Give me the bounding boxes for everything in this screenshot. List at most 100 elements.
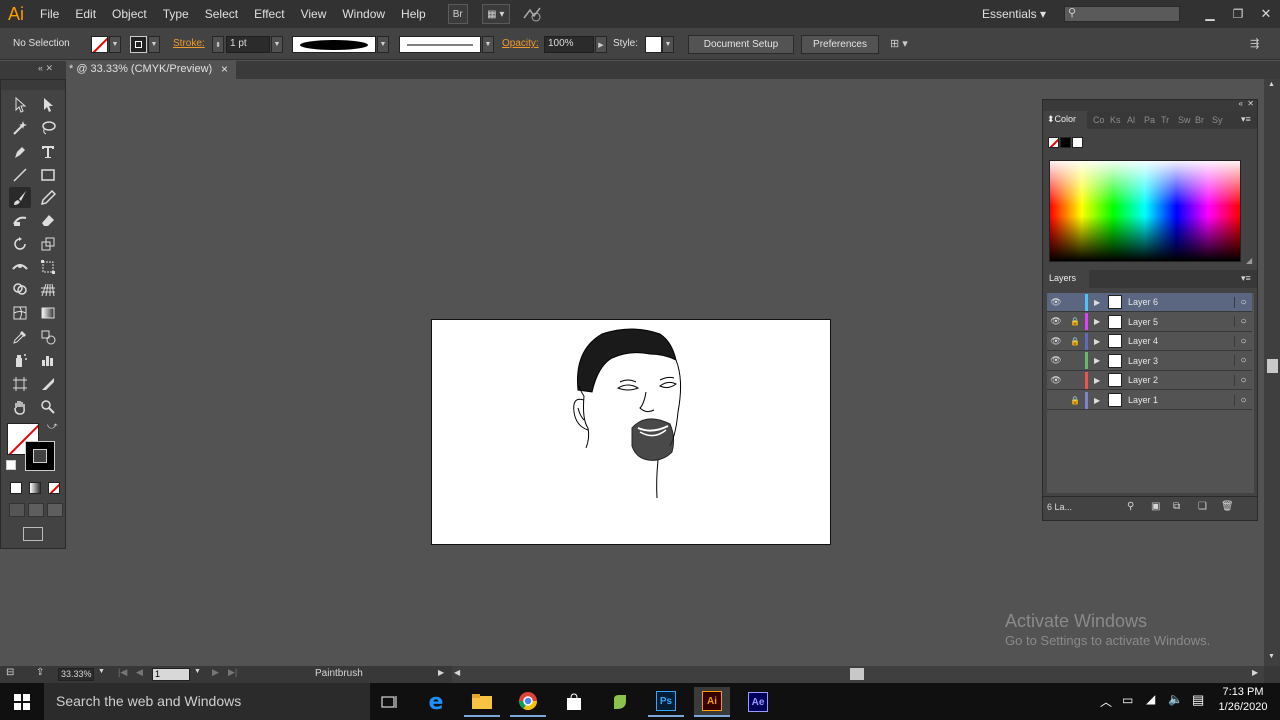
notifications-icon[interactable]: ▤ bbox=[1192, 692, 1204, 708]
close-panels-icon[interactable]: ✕ bbox=[1247, 99, 1254, 108]
store-button[interactable] bbox=[556, 687, 592, 717]
opacity-label[interactable]: Opacity: bbox=[502, 38, 539, 49]
photoshop-button[interactable]: Ps bbox=[648, 687, 684, 717]
selection-tool[interactable] bbox=[9, 94, 31, 115]
after-effects-button[interactable]: Ae bbox=[740, 687, 776, 717]
line-tool[interactable] bbox=[9, 164, 31, 185]
brush-definition-field[interactable] bbox=[292, 36, 376, 53]
layers-panel-menu-icon[interactable]: ▾≡ bbox=[1241, 273, 1251, 284]
opacity-field[interactable]: 100% bbox=[544, 36, 594, 53]
scale-tool[interactable] bbox=[37, 233, 59, 254]
color-none-swatch[interactable] bbox=[1048, 137, 1059, 148]
menu-help[interactable]: Help bbox=[393, 0, 434, 28]
scroll-left-arrow[interactable]: ◀ bbox=[454, 668, 460, 677]
color-mode-button[interactable] bbox=[10, 482, 22, 494]
layer-row[interactable]: 👁 ▶ Layer 2 ○ bbox=[1047, 371, 1252, 391]
none-mode-button[interactable] bbox=[48, 482, 60, 494]
arrange-documents-button[interactable]: ▦ ▾ bbox=[481, 4, 510, 24]
visibility-toggle-icon[interactable]: 👁 bbox=[1047, 375, 1065, 386]
tab-align[interactable]: Al bbox=[1127, 115, 1135, 125]
artboard-dropdown[interactable]: ▼ bbox=[194, 668, 201, 675]
paintbrush-tool[interactable] bbox=[9, 187, 31, 208]
zoom-level-field[interactable]: 33.33% bbox=[58, 668, 94, 681]
edge-button[interactable]: e bbox=[418, 687, 454, 717]
fill-swatch[interactable] bbox=[91, 36, 108, 53]
create-new-layer-icon[interactable]: ❑ bbox=[1198, 501, 1207, 512]
layer-row[interactable]: 👁 ▶ Layer 3 ○ bbox=[1047, 352, 1252, 371]
panel-group-header[interactable]: « ✕ bbox=[1043, 99, 1257, 111]
hand-tool[interactable] bbox=[9, 396, 31, 417]
workspace-switcher[interactable]: Essentials ▾ bbox=[974, 0, 1054, 28]
mesh-tool[interactable] bbox=[9, 302, 31, 323]
graphic-style-dropdown[interactable]: ▼ bbox=[662, 36, 674, 53]
gradient-mode-button[interactable] bbox=[29, 482, 41, 494]
control-bar-menu-icon[interactable]: ⇶ bbox=[1250, 37, 1259, 50]
maximize-button[interactable]: ❐ bbox=[1224, 7, 1252, 21]
gradient-tool[interactable] bbox=[37, 302, 59, 323]
perspective-grid-tool[interactable] bbox=[37, 279, 59, 300]
bridge-button[interactable]: Br bbox=[447, 4, 468, 24]
show-hidden-icons-icon[interactable]: ︿ bbox=[1100, 693, 1112, 710]
chrome-button[interactable] bbox=[510, 687, 546, 717]
menu-file[interactable]: File bbox=[32, 0, 67, 28]
scroll-up-arrow[interactable]: ▲ bbox=[1268, 81, 1275, 88]
make-clipping-mask-icon[interactable]: ▣ bbox=[1151, 501, 1160, 512]
tab-swatches[interactable]: Sw bbox=[1178, 115, 1191, 125]
color-spectrum[interactable] bbox=[1049, 160, 1241, 262]
tab-color-guide[interactable]: Co bbox=[1093, 115, 1105, 125]
expand-layer-icon[interactable]: ▶ bbox=[1094, 337, 1106, 346]
artboard-number-field[interactable]: 1 bbox=[152, 668, 190, 681]
menu-object[interactable]: Object bbox=[104, 0, 155, 28]
collapse-tools-icon[interactable]: « ✕ bbox=[38, 63, 53, 74]
swap-fill-stroke-icon[interactable]: ⤻ bbox=[47, 421, 58, 432]
menu-type[interactable]: Type bbox=[155, 0, 197, 28]
magic-wand-tool[interactable] bbox=[9, 117, 31, 138]
file-explorer-button[interactable] bbox=[464, 687, 500, 717]
color-panel-resize-icon[interactable]: ◢ bbox=[1246, 256, 1252, 265]
expand-layer-icon[interactable]: ▶ bbox=[1094, 376, 1106, 385]
stroke-weight-dropdown[interactable]: ▼ bbox=[271, 36, 283, 53]
lock-toggle-icon[interactable]: 🔒 bbox=[1065, 317, 1085, 326]
expand-layer-icon[interactable]: ▶ bbox=[1094, 356, 1106, 365]
scroll-right-arrow[interactable]: ▶ bbox=[1252, 668, 1258, 677]
visibility-toggle-icon[interactable]: 👁 bbox=[1047, 316, 1065, 327]
pen-tool[interactable] bbox=[9, 141, 31, 162]
illustrator-button[interactable]: Ai bbox=[694, 687, 730, 717]
stroke-swatch[interactable] bbox=[130, 36, 147, 53]
slice-tool[interactable] bbox=[37, 373, 59, 394]
layer-row[interactable]: 👁 🔒 ▶ Layer 4 ○ bbox=[1047, 332, 1252, 352]
color-white-swatch[interactable] bbox=[1072, 137, 1083, 148]
fill-dropdown[interactable]: ▼ bbox=[109, 36, 121, 53]
lasso-tool[interactable] bbox=[37, 117, 59, 138]
target-circle-icon[interactable]: ○ bbox=[1234, 296, 1252, 308]
default-fill-stroke-icon[interactable] bbox=[6, 460, 16, 470]
stroke-weight-field[interactable]: 1 pt bbox=[226, 36, 270, 53]
taskbar-search-box[interactable]: Search the web and Windows bbox=[44, 683, 370, 720]
clock[interactable]: 7:13 PM 1/26/2020 bbox=[1212, 686, 1274, 713]
share-icon[interactable]: ⇪ bbox=[36, 667, 44, 678]
layer-row[interactable]: 👁 ▶ Layer 6 ○ bbox=[1047, 293, 1252, 312]
menu-effect[interactable]: Effect bbox=[246, 0, 292, 28]
menu-view[interactable]: View bbox=[293, 0, 335, 28]
draw-behind-button[interactable] bbox=[28, 503, 44, 517]
eraser-tool[interactable] bbox=[37, 209, 59, 230]
volume-icon[interactable]: 🔈 bbox=[1168, 692, 1183, 706]
opacity-slider-button[interactable]: ▶ bbox=[595, 36, 607, 53]
stroke-label[interactable]: Stroke: bbox=[173, 38, 205, 49]
symbol-sprayer-tool[interactable] bbox=[9, 349, 31, 370]
screen-mode-button[interactable] bbox=[23, 527, 43, 541]
expand-layer-icon[interactable]: ▶ bbox=[1094, 396, 1106, 405]
rotate-tool[interactable] bbox=[9, 233, 31, 254]
target-circle-icon[interactable]: ○ bbox=[1234, 316, 1252, 328]
create-sublayer-icon[interactable]: ⧉ bbox=[1173, 501, 1180, 512]
status-menu-arrow[interactable]: ▶ bbox=[438, 668, 444, 677]
previous-artboard-button[interactable]: ◀ bbox=[136, 667, 143, 678]
tab-symbols[interactable]: Sy bbox=[1212, 115, 1223, 125]
graphic-style-swatch[interactable] bbox=[645, 36, 662, 53]
target-circle-icon[interactable]: ○ bbox=[1234, 394, 1252, 406]
visibility-toggle-icon[interactable]: 👁 bbox=[1047, 297, 1065, 308]
green-app-button[interactable] bbox=[602, 687, 638, 717]
minimize-button[interactable]: ▁ bbox=[1196, 7, 1224, 21]
menu-window[interactable]: Window bbox=[334, 0, 393, 28]
battery-icon[interactable]: ▭ bbox=[1122, 693, 1133, 707]
